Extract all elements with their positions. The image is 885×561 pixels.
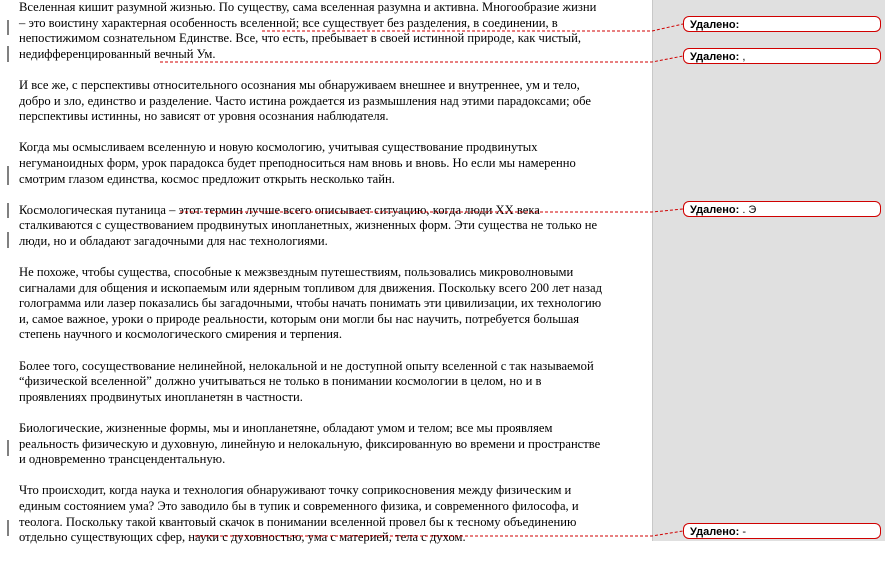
leader-line-1	[262, 23, 684, 32]
leader-line-3	[180, 208, 684, 213]
deletion-balloon[interactable]: Удалено: . Э	[683, 201, 881, 217]
deletion-balloon[interactable]: Удалено: -	[683, 523, 881, 539]
revision-leader-lines	[7, 20, 684, 537]
leader-line-4	[195, 530, 684, 537]
leader-line-2	[160, 55, 684, 63]
deletion-balloon[interactable]: Удалено: ,	[683, 48, 881, 64]
deletion-balloon[interactable]: Удалено:	[683, 16, 881, 32]
